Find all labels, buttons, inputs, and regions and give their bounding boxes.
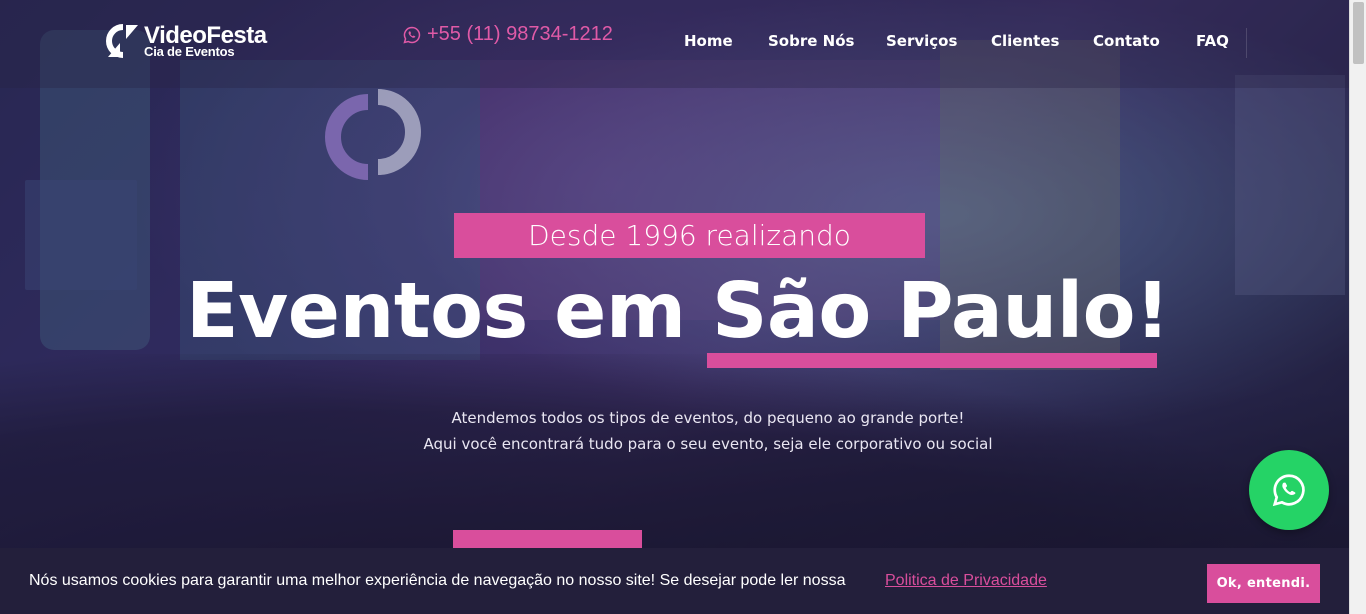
page-scrollbar[interactable] [1349,0,1366,614]
cookie-message: Nós usamos cookies para garantir uma mel… [29,572,846,589]
nav-clientes[interactable]: Clientes [991,32,1059,50]
nav-sobre-nos[interactable]: Sobre Nós [768,32,854,50]
nav-faq[interactable]: FAQ [1196,32,1229,50]
whatsapp-icon [403,26,421,44]
site-header: VideoFesta Cia de Eventos +55 (11) 98734… [0,0,1349,88]
hero-subtitle-line1: Atendemos todos os tipos de eventos, do … [451,409,965,427]
phone-number: +55 (11) 98734-1212 [427,23,613,45]
whatsapp-floating-button[interactable] [1249,450,1329,530]
hero-subtitle-line2: Aqui você encontrará tudo para o seu eve… [423,435,993,453]
headline-underline [707,353,1157,368]
hero-headline: Eventos em São Paulo! [186,267,1170,356]
nav-servicos[interactable]: Serviços [886,32,957,50]
nav-divider [1246,28,1247,58]
logo-icon [106,24,138,58]
cookie-banner: Nós usamos cookies para garantir uma mel… [0,548,1349,614]
scrollbar-thumb[interactable] [1353,2,1364,64]
brand-logo[interactable]: VideoFesta Cia de Eventos [106,24,267,58]
hero-badge: Desde 1996 realizando [454,213,925,258]
cookie-accept-button[interactable]: Ok, entendi. [1207,564,1320,603]
nav-contato[interactable]: Contato [1093,32,1160,50]
nav-home[interactable]: Home [684,32,733,50]
header-phone[interactable]: +55 (11) 98734-1212 [403,23,613,46]
privacy-policy-link[interactable]: Politica de Privacidade [885,572,1047,590]
watermark-logo [298,82,438,200]
whatsapp-icon [1272,474,1305,507]
